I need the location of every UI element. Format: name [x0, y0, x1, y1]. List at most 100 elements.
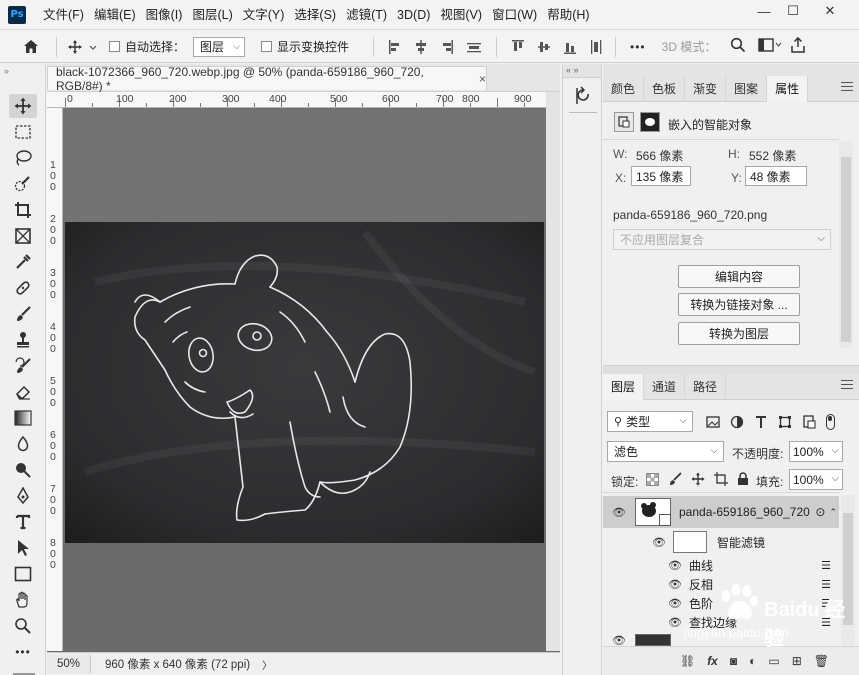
dodge-tool-icon[interactable] [9, 458, 37, 482]
brush-tool-icon[interactable] [9, 302, 37, 326]
history-brush-tool-icon[interactable] [9, 354, 37, 378]
hand-tool-icon[interactable] [9, 588, 37, 612]
align-right-icon[interactable] [440, 39, 454, 55]
menu-layer[interactable]: 图层(L) [187, 0, 237, 30]
tab-patterns[interactable]: 图案 [726, 76, 768, 102]
visibility-eye-icon[interactable]: 👁 [651, 536, 667, 549]
x-position-field[interactable]: 135 像素 [631, 166, 691, 186]
menu-view[interactable]: 视图(V) [435, 0, 487, 30]
canvas[interactable] [63, 109, 546, 651]
filter-options-icon[interactable]: ☰ [821, 559, 831, 572]
y-position-field[interactable]: 48 像素 [745, 166, 807, 186]
tab-close-icon[interactable]: × [479, 72, 486, 86]
collapse-toolbar-icon[interactable]: » [4, 66, 9, 76]
type-tool-icon[interactable] [9, 510, 37, 534]
smart-filters-row[interactable]: 👁 智能滤镜 [603, 530, 839, 554]
vertical-ruler[interactable]: 1 0 0 2 0 0 3 0 0 4 0 0 5 0 0 6 0 0 7 0 … [47, 108, 63, 651]
edit-toolbar-icon[interactable]: ••• [9, 640, 37, 664]
smart-object-icon[interactable] [614, 112, 634, 132]
auto-select-box[interactable] [109, 41, 120, 52]
home-icon[interactable] [16, 36, 46, 58]
canvas-vertical-scrollbar[interactable] [546, 92, 560, 651]
marquee-tool-icon[interactable] [9, 120, 37, 144]
menu-image[interactable]: 图像(I) [141, 0, 188, 30]
show-transform-box[interactable] [261, 41, 273, 52]
filter-smart-object-icon[interactable] [802, 415, 816, 429]
width-value[interactable]: 566 像素 [636, 147, 683, 164]
rectangle-tool-icon[interactable] [9, 562, 37, 586]
align-bottom-icon[interactable] [563, 39, 577, 55]
healing-brush-tool-icon[interactable] [9, 276, 37, 300]
gradient-tool-icon[interactable] [9, 406, 37, 430]
visibility-eye-icon[interactable]: 👁 [667, 559, 683, 572]
auto-select-checkbox[interactable]: 自动选择： [109, 38, 185, 55]
layer-row-selected[interactable]: 👁 panda-659186_960_720 ⊙ ⌃ [603, 496, 839, 528]
menu-file[interactable]: 文件(F) [38, 0, 89, 30]
visibility-eye-icon[interactable]: 👁 [611, 506, 627, 519]
tab-swatches[interactable]: 色板 [644, 76, 686, 102]
crop-tool-icon[interactable] [9, 198, 37, 222]
edit-contents-button[interactable]: 编辑内容 [678, 265, 800, 288]
menu-help[interactable]: 帮助(H) [542, 0, 594, 30]
lock-all-icon[interactable] [737, 472, 749, 486]
search-icon[interactable] [730, 37, 746, 56]
align-hcenter-icon[interactable] [414, 39, 428, 55]
dock-collapse-icon[interactable]: « » [563, 64, 601, 78]
filter-toggle-icon[interactable] [826, 414, 835, 430]
new-group-icon[interactable]: ▭ [768, 654, 779, 668]
lock-pixels-icon[interactable] [668, 472, 682, 486]
add-mask-icon[interactable]: ◙ [730, 654, 737, 668]
more-options-button[interactable]: ••• [630, 40, 646, 54]
filter-shape-icon[interactable] [778, 415, 792, 429]
tab-channels[interactable]: 通道 [644, 374, 686, 400]
pen-tool-icon[interactable] [9, 484, 37, 508]
move-tool-icon[interactable] [9, 94, 37, 118]
align-vcenter-icon[interactable] [537, 39, 551, 55]
menu-select[interactable]: 选择(S) [289, 0, 341, 30]
blur-tool-icon[interactable] [9, 432, 37, 456]
properties-scrollbar[interactable] [839, 141, 853, 348]
lasso-tool-icon[interactable] [9, 146, 37, 170]
lock-position-icon[interactable] [691, 472, 705, 486]
distribute-v-icon[interactable] [589, 39, 603, 55]
tab-gradients[interactable]: 渐变 [685, 76, 727, 102]
status-info-arrow[interactable]: 〉 [262, 657, 272, 672]
adjustment-layer-icon[interactable]: ◐ [749, 654, 756, 668]
menu-3d[interactable]: 3D(D) [392, 0, 435, 30]
layer-comp-dropdown[interactable]: 不应用图层复合 ⌵ [613, 229, 831, 250]
clone-stamp-tool-icon[interactable] [9, 328, 37, 352]
path-selection-tool-icon[interactable] [9, 536, 37, 560]
filter-row[interactable]: 👁 曲线 ☰ [603, 556, 839, 575]
filter-adjustment-icon[interactable] [730, 415, 744, 429]
new-layer-icon[interactable]: ⊞ [792, 654, 802, 668]
menu-window[interactable]: 窗口(W) [487, 0, 542, 30]
horizontal-ruler[interactable]: 0 100 200 300 400 500 600 700 800 900 [62, 92, 546, 108]
move-tool-preset-icon[interactable] [65, 36, 101, 58]
lock-transparent-icon[interactable] [646, 472, 659, 486]
eyedropper-tool-icon[interactable] [9, 250, 37, 274]
menu-filter[interactable]: 滤镜(T) [341, 0, 392, 30]
quick-select-tool-icon[interactable] [9, 172, 37, 196]
filter-pixel-icon[interactable] [706, 415, 720, 429]
delete-layer-icon[interactable]: 🗑 [814, 654, 829, 668]
collapse-effects-icon[interactable]: ⌃ [829, 507, 837, 518]
smart-filter-toggle-icon[interactable]: ⊙ [815, 505, 825, 519]
align-left-icon[interactable] [388, 39, 402, 55]
opacity-field[interactable]: 100% ⌵ [789, 441, 843, 462]
share-icon[interactable] [790, 36, 806, 56]
history-panel-icon[interactable] [573, 86, 593, 109]
mask-icon[interactable] [640, 112, 660, 132]
frame-tool-icon[interactable] [9, 224, 37, 248]
close-window-button[interactable]: ✕ [813, 0, 847, 22]
layer-filter-dropdown[interactable]: ⚲ 类型 ⌵ [607, 411, 693, 432]
menu-type[interactable]: 文字(Y) [238, 0, 290, 30]
layers-panel-menu-icon[interactable] [841, 380, 853, 392]
lock-artboard-icon[interactable] [714, 472, 728, 486]
zoom-tool-icon[interactable] [9, 614, 37, 638]
distribute-icon[interactable] [466, 39, 482, 55]
fill-field[interactable]: 100% ⌵ [789, 469, 843, 490]
tab-properties[interactable]: 属性 [767, 76, 809, 102]
maximize-button[interactable]: ☐ [776, 0, 810, 22]
filter-type-icon[interactable] [754, 415, 768, 429]
tab-layers[interactable]: 图层 [603, 374, 645, 400]
